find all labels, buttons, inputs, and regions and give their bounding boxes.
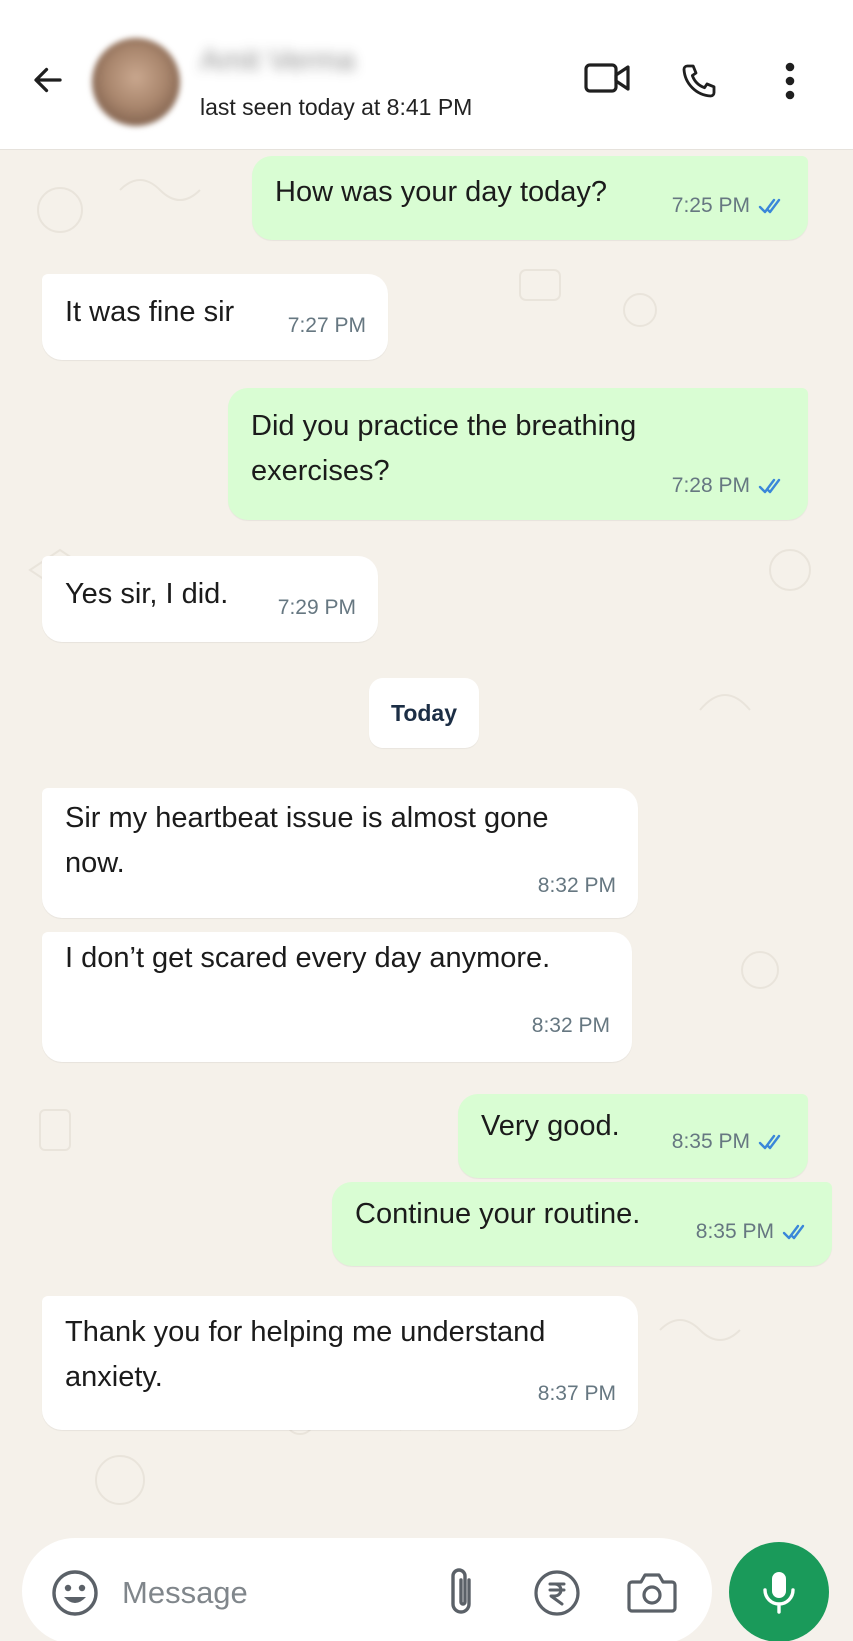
- message-bubble-incoming[interactable]: Yes sir, I did. 7:29 PM: [42, 556, 378, 642]
- arrow-left-icon: [34, 67, 62, 93]
- more-options-button[interactable]: [770, 58, 810, 104]
- message-bubble-outgoing[interactable]: Did you practice the breathing exercises…: [228, 388, 808, 520]
- message-time: 7:25 PM: [671, 194, 750, 217]
- camera-icon[interactable]: [626, 1568, 678, 1616]
- message-bubble-incoming[interactable]: Sir my heartbeat issue is almost gone no…: [42, 788, 638, 918]
- message-time: 7:29 PM: [277, 596, 356, 619]
- date-separator: Today: [369, 678, 479, 748]
- message-time: 8:37 PM: [537, 1382, 616, 1405]
- message-text: now.: [65, 847, 125, 879]
- phone-icon: [682, 64, 716, 98]
- message-text: anxiety.: [65, 1361, 163, 1393]
- message-text: Continue your routine.: [355, 1198, 641, 1230]
- message-input[interactable]: [122, 1568, 412, 1618]
- chat-screen: Amit Verma last seen today at 8:41 PM Ho…: [0, 0, 853, 1641]
- contact-name[interactable]: Amit Verma: [200, 44, 355, 78]
- video-call-button[interactable]: [582, 58, 632, 98]
- voice-message-button[interactable]: [729, 1542, 829, 1641]
- message-text: How was your day today?: [275, 176, 608, 208]
- message-list[interactable]: How was your day today? 7:25 PM It was f…: [0, 150, 853, 1530]
- message-bubble-incoming[interactable]: I don’t get scared every day anymore. 8:…: [42, 932, 632, 1062]
- message-text: exercises?: [251, 455, 390, 487]
- chat-header: Amit Verma last seen today at 8:41 PM: [0, 0, 853, 150]
- read-receipt-icon: [782, 1224, 805, 1240]
- avatar[interactable]: [92, 38, 180, 126]
- message-text: Did you practice the breathing: [251, 410, 637, 442]
- read-receipt-icon: [758, 1134, 781, 1150]
- message-bubble-outgoing[interactable]: Very good. 8:35 PM: [458, 1094, 808, 1178]
- message-time: 8:35 PM: [695, 1220, 774, 1243]
- message-bubble-outgoing[interactable]: How was your day today? 7:25 PM: [252, 156, 808, 240]
- message-bubble-incoming[interactable]: It was fine sir 7:27 PM: [42, 274, 388, 360]
- emoji-icon[interactable]: [50, 1568, 100, 1618]
- message-text: It was fine sir: [65, 296, 235, 328]
- message-text: I don’t get scared every day anymore.: [65, 942, 551, 974]
- message-text: Yes sir, I did.: [65, 578, 229, 610]
- message-time: 7:27 PM: [287, 314, 366, 337]
- message-text: Very good.: [481, 1110, 620, 1142]
- message-time: 7:28 PM: [671, 474, 750, 497]
- paperclip-icon[interactable]: [437, 1564, 487, 1620]
- message-text: Sir my heartbeat issue is almost gone: [65, 802, 549, 834]
- more-vertical-icon: [785, 62, 795, 100]
- message-time: 8:35 PM: [671, 1130, 750, 1153]
- last-seen-status: last seen today at 8:41 PM: [200, 94, 473, 120]
- message-text: Thank you for helping me understand: [65, 1316, 546, 1348]
- voice-call-button[interactable]: [676, 58, 722, 104]
- message-bubble-outgoing[interactable]: Continue your routine. 8:35 PM: [332, 1182, 832, 1266]
- message-time: 8:32 PM: [537, 874, 616, 897]
- message-time: 8:32 PM: [531, 1014, 610, 1037]
- back-button[interactable]: [28, 60, 68, 100]
- video-camera-icon: [584, 63, 630, 93]
- microphone-icon: [763, 1572, 795, 1614]
- read-receipt-icon: [758, 198, 781, 214]
- rupee-icon[interactable]: [532, 1568, 582, 1618]
- message-composer: [22, 1538, 712, 1641]
- read-receipt-icon: [758, 478, 781, 494]
- message-bubble-incoming[interactable]: Thank you for helping me understand anxi…: [42, 1296, 638, 1430]
